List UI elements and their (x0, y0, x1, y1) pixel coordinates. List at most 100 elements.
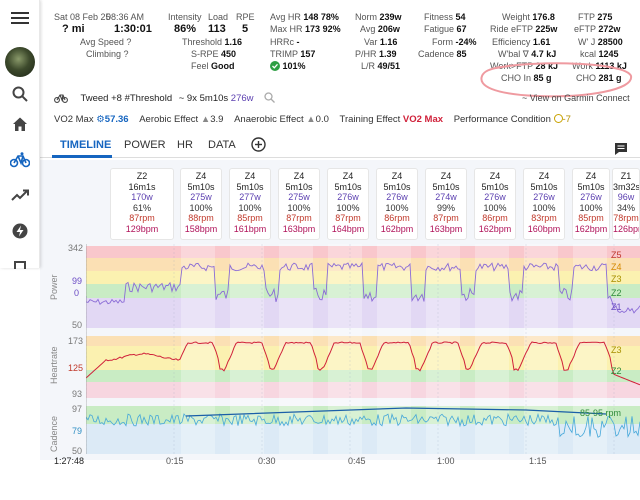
interval-card[interactable]: Z4 5m10s 275w 100% 88rpm 158bpm (180, 168, 222, 240)
load-value: 113 (208, 23, 226, 35)
timeline-charts[interactable] (86, 244, 640, 454)
training-effect-value: VO2 Max (402, 114, 444, 125)
power-max-label: 342 (68, 243, 84, 253)
activity-title-row: Tweed +8 #Threshold ~ 9x 5m10s 276w (54, 92, 276, 106)
tab-power[interactable]: POWER (124, 139, 166, 151)
intensity-value: 86% (174, 23, 197, 35)
activity-summary-dur: 5m10s (199, 93, 229, 104)
load-label: Load (208, 12, 229, 22)
interval-watts: 96w (617, 192, 635, 203)
interval-duration: 5m10s (530, 181, 558, 192)
interval-zone: Z4 (391, 171, 403, 181)
interval-heartrate: 129bpm (125, 223, 159, 234)
interval-heartrate: 162bpm (380, 223, 414, 234)
avatar[interactable] (5, 47, 35, 77)
garmin-connect-link[interactable]: ~ View on Garmin Connect (522, 93, 630, 104)
interval-percent: 99% (436, 202, 455, 213)
interval-heartrate: 163bpm (282, 223, 316, 234)
bike-icon[interactable] (8, 148, 32, 172)
interval-card[interactable]: Z4 5m10s 276w 100% 87rpm 164bpm (327, 168, 369, 240)
interval-duration: 5m10s (432, 181, 460, 192)
interval-percent: 100% (385, 202, 409, 213)
interval-zone: Z1 (620, 171, 632, 181)
feel[interactable]: Feel Good (191, 61, 235, 72)
interval-card[interactable]: Z13m32s96w34%78rpm126bpm (612, 168, 640, 240)
tab-data[interactable]: DATA (208, 139, 236, 151)
cadence-min-label: 50 (72, 446, 83, 456)
max-hr: Max HR 173 92% (270, 24, 341, 34)
home-icon[interactable] (8, 112, 32, 136)
ride-time: 08:36 AM (106, 12, 145, 22)
vo2-value: 57.36 (104, 114, 129, 125)
hr-max-label: 173 (68, 336, 84, 346)
interval-percent: 100% (238, 202, 262, 213)
time-tick-045: 0:45 (348, 456, 366, 466)
distance: ? mi (62, 23, 85, 35)
add-tab-icon[interactable] (251, 137, 266, 155)
interval-card[interactable]: Z4 5m10s 276w 100% 83rpm 160bpm (523, 168, 565, 240)
interval-percent: 34% (616, 202, 635, 213)
interval-percent: 100% (483, 202, 507, 213)
weight: Weight 176.8 (502, 12, 555, 22)
lightning-icon[interactable] (8, 219, 32, 243)
interval-percent: 100% (336, 202, 360, 213)
interval-heartrate: 164bpm (331, 223, 365, 234)
activity-name[interactable]: Tweed +8 #Threshold (80, 93, 172, 104)
interval-cadence: 86rpm (384, 213, 410, 224)
tab-timeline[interactable]: TIMELINE (60, 139, 111, 151)
interval-watts: 275w (288, 192, 310, 203)
interval-cadence: 87rpm (335, 213, 361, 224)
eftp: eFTP 272w (574, 24, 621, 34)
interval-cadence: 87rpm (286, 213, 312, 224)
power-zero-label: 0 (74, 288, 80, 298)
time-tick-015: 0:15 (166, 456, 184, 466)
interval-card[interactable]: Z4 5m10s 274w 99% 87rpm 163bpm (425, 168, 467, 240)
ride-date: Sat 08 Feb 25 (54, 12, 111, 22)
hr-avg-label: 125 (68, 363, 84, 373)
hr-min-label: 93 (72, 389, 83, 399)
interval-watts: 276w (533, 192, 555, 203)
norm-power: Norm 239w (355, 12, 402, 22)
interval-duration: 5m10s (285, 181, 313, 192)
active-tab-indicator (52, 155, 112, 158)
power-zone-z3: Z3 (611, 274, 622, 284)
power-axis-title: Power (49, 274, 59, 300)
hr-zone-z3: Z3 (611, 345, 622, 355)
interval-card[interactable]: Z4 5m10s 277w 100% 85rpm 161bpm (229, 168, 271, 240)
left-nav (0, 0, 40, 269)
interval-cadence: 87rpm (433, 213, 459, 224)
performance-icon (553, 114, 563, 123)
interval-percent: 100% (532, 202, 556, 213)
threshold: Threshold 1.16 (182, 37, 243, 47)
interval-heartrate: 162bpm (574, 223, 608, 234)
interval-watts: 275w (190, 192, 212, 203)
interval-heartrate: 158bpm (184, 223, 218, 234)
interval-card[interactable]: Z4 5m10s 276w 100% 85rpm 162bpm (572, 168, 610, 240)
interval-watts: 276w (484, 192, 506, 203)
activity-summary-prefix: ~ 9x (178, 93, 197, 104)
interval-zone: Z2 (136, 171, 148, 181)
menu-icon[interactable] (8, 6, 32, 30)
variability: Var 1.16 (364, 37, 398, 47)
interval-card[interactable]: Z4 5m10s 276w 100% 86rpm 162bpm (474, 168, 516, 240)
search-icon[interactable] (8, 82, 32, 106)
bike-small-icon (54, 93, 68, 106)
anaerobic-icon: ▲ (306, 114, 316, 125)
interval-card[interactable]: Z2 16m1s 170w 61% 87rpm 129bpm (110, 168, 174, 240)
interval-card[interactable]: Z4 5m10s 275w 100% 87rpm 163bpm (278, 168, 320, 240)
vo2-label: VO2 Max (54, 114, 94, 125)
comment-icon[interactable] (614, 142, 628, 159)
interval-card[interactable]: Z4 5m10s 276w 100% 86rpm 162bpm (376, 168, 418, 240)
interval-duration: 5m10s (334, 181, 362, 192)
power-zone-z2: Z2 (611, 288, 622, 298)
aerobic-label: Aerobic Effect (139, 114, 199, 125)
interval-shading (377, 244, 411, 454)
aerobic-value: 3.9 (210, 114, 224, 125)
interval-watts: 277w (239, 192, 261, 203)
scroll-icon[interactable] (8, 252, 32, 276)
interval-duration: 5m10s (383, 181, 411, 192)
trending-icon[interactable] (8, 183, 32, 207)
power-avg-label: 99 (72, 276, 83, 286)
tab-hr[interactable]: HR (177, 139, 193, 151)
search-small-icon[interactable] (264, 92, 276, 106)
